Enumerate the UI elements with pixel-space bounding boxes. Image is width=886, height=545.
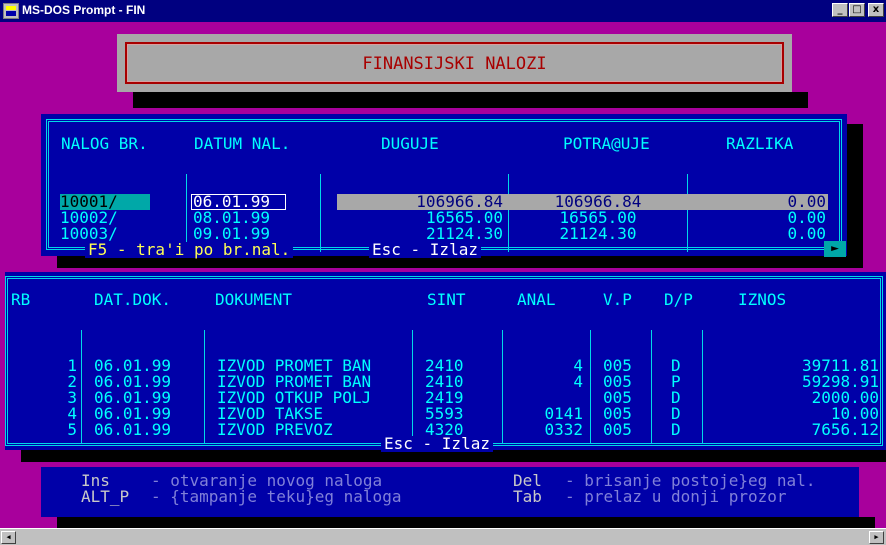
header-dokument: DOKUMENT	[215, 290, 293, 309]
header-nalog-br: NALOG BR.	[61, 134, 148, 153]
rb-cell: 5	[67, 420, 77, 439]
header-dat-dok: DAT.DOK.	[94, 290, 172, 309]
help-shadow	[57, 517, 875, 528]
header-razlika: RAZLIKA	[726, 134, 794, 153]
maximize-button[interactable]: □	[849, 3, 865, 17]
header-dp: D/P	[664, 290, 693, 309]
banner-shadow	[133, 92, 808, 108]
hint-esc-exit: Esc - Izlaz	[381, 436, 493, 452]
help-bar: Ins - otvaranje novog naloga ALT_P - {ta…	[41, 467, 859, 517]
hint-f5-search: F5 - tra'i po br.nal.	[85, 242, 294, 258]
stavke-panel: RB DAT.DOK. DOKUMENT SINT ANAL V.P D/P I…	[5, 272, 886, 452]
minimize-button[interactable]: _	[832, 3, 848, 17]
top-box-shadow-right	[847, 124, 863, 256]
horizontal-scrollbar[interactable]: ◀ ▶	[0, 528, 886, 545]
header-sint: SINT	[427, 290, 466, 309]
console-area[interactable]: FINANSIJSKI NALOZI NALOG BR. DATUM NAL. …	[0, 22, 886, 528]
razlika-cell: 0.00	[787, 224, 826, 243]
nalozi-panel: NALOG BR. DATUM NAL. DUGUJE POTRA@UJE RA…	[41, 114, 847, 258]
potrazuje-cell: 21124.30	[559, 224, 637, 243]
key-tab: Tab	[513, 487, 542, 506]
header-iznos: IZNOS	[738, 290, 787, 309]
hint-esc-exit: Esc - Izlaz	[369, 242, 481, 258]
banner-frame: FINANSIJSKI NALOZI	[125, 42, 784, 84]
window-titlebar[interactable]: MS-DOS Prompt - FIN _ □ x	[0, 0, 886, 22]
window-title: MS-DOS Prompt - FIN	[22, 3, 146, 17]
scroll-left-icon[interactable]: ◀	[1, 531, 16, 544]
header-potrazuje: POTRA@UJE	[563, 134, 650, 153]
key-tab-desc: - prelaz u donji prozor	[565, 487, 787, 506]
vp-cell: 005	[603, 420, 632, 439]
dat-dok-cell: 06.01.99	[94, 420, 172, 439]
anal-cell: 4	[573, 356, 583, 375]
close-button[interactable]: x	[868, 3, 884, 17]
key-alt-p-desc: - {tampanje teku}eg naloga	[151, 487, 402, 506]
msdos-app-icon[interactable]	[3, 3, 19, 19]
header-anal: ANAL	[517, 290, 556, 309]
dp-cell: D	[671, 420, 681, 439]
anal-cell: 0332	[544, 420, 583, 439]
scroll-right-icon[interactable]: ▶	[869, 531, 884, 544]
header-datum-nal: DATUM NAL.	[194, 134, 291, 153]
iznos-cell: 7656.12	[811, 420, 879, 439]
anal-cell: 4	[573, 372, 583, 391]
banner-title: FINANSIJSKI NALOZI	[362, 54, 547, 74]
key-alt-p: ALT_P	[81, 487, 130, 506]
header-duguje: DUGUJE	[381, 134, 439, 153]
dokument-cell: IZVOD PREVOZ	[217, 420, 333, 439]
scroll-right-arrow-icon[interactable]: ►	[824, 241, 846, 257]
header-rb: RB	[11, 290, 31, 309]
header-vp: V.P	[603, 290, 632, 309]
